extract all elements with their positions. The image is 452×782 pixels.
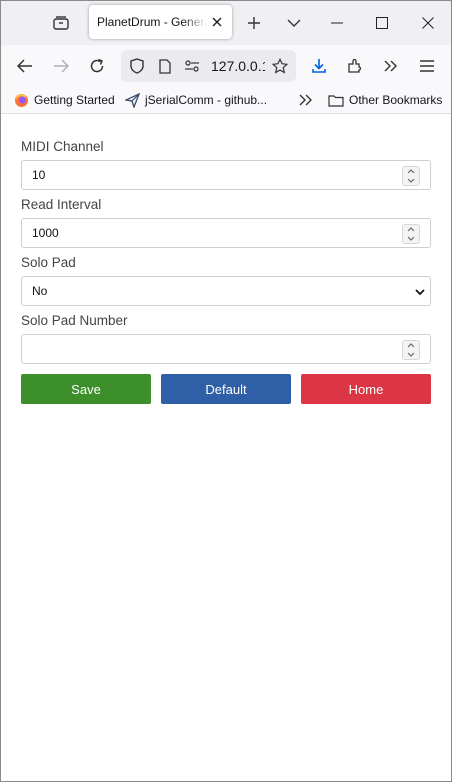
solo-pad-label: Solo Pad: [21, 255, 76, 270]
reload-icon[interactable]: [83, 52, 111, 80]
bookmark-label: jSerialComm - github...: [145, 93, 268, 107]
default-button[interactable]: Default: [161, 374, 291, 404]
bookmarks-toolbar: Getting Started jSerialComm - github... …: [1, 87, 451, 114]
new-tab-icon[interactable]: [241, 11, 267, 35]
number-stepper-icon[interactable]: [402, 166, 420, 186]
more-tools-chevron-icon[interactable]: [377, 52, 405, 80]
url-text: 127.0.0.1: [211, 58, 265, 74]
read-interval-input[interactable]: 1000: [21, 218, 431, 248]
page-icon[interactable]: [157, 58, 173, 74]
number-stepper-icon[interactable]: [402, 224, 420, 244]
active-tab[interactable]: PlanetDrum - General: [89, 5, 232, 39]
read-interval-value: 1000: [32, 226, 59, 240]
bookmark-star-icon[interactable]: [272, 58, 288, 74]
bookmark-jserialcomm[interactable]: jSerialComm - github...: [124, 91, 267, 109]
tab-overview-icon[interactable]: [47, 11, 75, 35]
other-bookmarks-label: Other Bookmarks: [349, 93, 443, 107]
solo-pad-select[interactable]: No: [21, 276, 431, 306]
solo-pad-number-input[interactable]: [21, 334, 431, 364]
page-content: MIDI Channel 10 Read Interval 1000 Solo …: [1, 114, 451, 781]
tab-title: PlanetDrum - General: [97, 15, 207, 29]
list-all-tabs-chevron-icon[interactable]: [281, 11, 307, 35]
permissions-icon[interactable]: [184, 58, 200, 74]
folder-icon: [328, 92, 344, 108]
midi-channel-input[interactable]: 10: [21, 160, 431, 190]
midi-channel-label: MIDI Channel: [21, 139, 104, 154]
hamburger-menu-icon[interactable]: [413, 52, 441, 80]
read-interval-label: Read Interval: [21, 197, 102, 212]
browser-window: PlanetDrum - General 127.0.0.1 Getting S…: [0, 0, 452, 782]
bookmark-label: Getting Started: [34, 93, 115, 107]
number-stepper-icon[interactable]: [402, 340, 420, 360]
address-bar[interactable]: 127.0.0.1: [121, 50, 296, 82]
downloads-icon[interactable]: [305, 52, 333, 80]
forward-arrow-icon[interactable]: [47, 52, 75, 80]
bookmark-getting-started[interactable]: Getting Started: [13, 91, 115, 109]
window-close-icon[interactable]: [415, 11, 441, 35]
firefox-icon: [13, 92, 29, 108]
midi-channel-value: 10: [32, 168, 46, 182]
maximize-icon[interactable]: [369, 11, 395, 35]
extensions-icon[interactable]: [341, 52, 369, 80]
bookmarks-overflow-chevron-icon[interactable]: [299, 91, 313, 109]
shield-icon[interactable]: [129, 58, 145, 74]
navigation-toolbar: 127.0.0.1: [1, 45, 451, 87]
other-bookmarks-folder[interactable]: Other Bookmarks: [328, 91, 442, 109]
jserialcomm-icon: [124, 92, 140, 108]
solo-pad-value: No: [32, 284, 48, 298]
back-arrow-icon[interactable]: [11, 52, 39, 80]
solo-pad-number-label: Solo Pad Number: [21, 313, 128, 328]
minimize-icon[interactable]: [324, 11, 350, 35]
home-button[interactable]: Home: [301, 374, 431, 404]
tab-close-icon[interactable]: [208, 13, 226, 31]
save-button[interactable]: Save: [21, 374, 151, 404]
tab-strip: PlanetDrum - General: [1, 1, 451, 45]
chevron-down-icon: [414, 285, 426, 297]
